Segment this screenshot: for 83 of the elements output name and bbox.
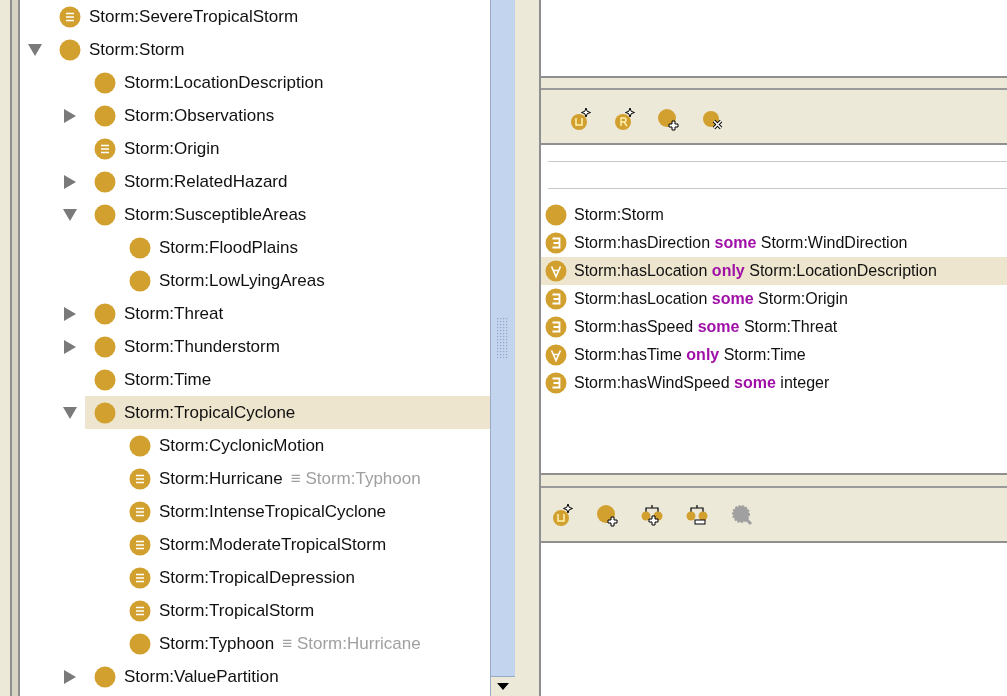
class-icon [94, 302, 116, 325]
tree-item[interactable]: Storm:Time [85, 363, 490, 396]
class-icon [94, 71, 116, 94]
equivalent-label: ≡ Storm:Hurricane [282, 632, 421, 655]
defined-class-icon [129, 500, 151, 523]
exists-icon [545, 316, 567, 338]
class-icon [129, 434, 151, 457]
class-icon [94, 368, 116, 391]
expression-text: Storm:hasLocation only Storm:LocationDescription [574, 261, 937, 281]
tree-item[interactable]: Storm:SevereTropicalStorm [50, 0, 490, 33]
add-union-icon[interactable] [551, 502, 575, 527]
scrollbar[interactable] [490, 0, 515, 696]
defined-class-icon [129, 566, 151, 589]
class-icon [129, 632, 151, 655]
class-icon [129, 236, 151, 259]
class-icon [94, 665, 116, 688]
down-arrow-icon [497, 683, 509, 690]
class-icon [94, 104, 116, 127]
collapsed-arrow-icon[interactable] [63, 174, 77, 189]
add-sibling-icon[interactable] [641, 502, 665, 527]
collapsed-arrow-icon[interactable] [63, 669, 77, 684]
class-icon [94, 401, 116, 424]
tree-item[interactable]: Storm:Hurricane ≡ Storm:Typhoon [120, 462, 490, 495]
forall-icon [545, 260, 567, 282]
tree-item[interactable]: Storm:ModerateTropicalStorm [120, 528, 490, 561]
tree-item[interactable]: Storm:TropicalCyclone [85, 396, 490, 429]
equivalent-label: ≡ Storm:Typhoon [290, 467, 421, 490]
tree-item[interactable]: Storm:IntenseTropicalCyclone [120, 495, 490, 528]
tree-item[interactable]: Storm:LowLyingAreas [120, 264, 490, 297]
tree-item[interactable]: Storm:Typhoon ≡ Storm:Hurricane [120, 627, 490, 660]
class-icon [129, 269, 151, 292]
add-union-icon[interactable] [569, 106, 593, 131]
expression-text: Storm:hasTime only Storm:Time [574, 345, 806, 365]
tree-item[interactable]: Storm:Observations [85, 99, 490, 132]
class-expression[interactable]: Storm:hasLocation only Storm:LocationDescription [541, 257, 1007, 285]
grip-icon [497, 318, 509, 358]
collapsed-arrow-icon[interactable] [63, 339, 77, 354]
tree-item[interactable]: Storm:Storm [50, 33, 490, 66]
class-expression[interactable]: Storm:Storm [541, 201, 1007, 229]
tree-item[interactable]: Storm:FloodPlains [120, 231, 490, 264]
class-icon [59, 38, 81, 61]
expression-text: Storm:hasLocation some Storm:Origin [574, 289, 848, 309]
remove-sibling-icon[interactable] [686, 502, 710, 527]
tree-item[interactable]: Storm:LocationDescription [85, 66, 490, 99]
add-restriction-icon[interactable] [613, 106, 637, 131]
defined-class-icon [129, 599, 151, 622]
defined-class-icon [129, 467, 151, 490]
tree-item[interactable]: Storm:Threat [85, 297, 490, 330]
tree-item[interactable]: Storm:CyclonicMotion [120, 429, 490, 462]
tree-item[interactable]: Storm:Thunderstorm [85, 330, 490, 363]
class-icon [94, 335, 116, 358]
expression-text: Storm:hasDirection some Storm:WindDirection [574, 233, 908, 253]
class-expression[interactable]: Storm:hasSpeed some Storm:Threat [541, 313, 1007, 341]
class-icon [94, 203, 116, 226]
class-icon [94, 170, 116, 193]
add-class-icon[interactable] [596, 502, 620, 527]
tree-item[interactable]: Storm:SusceptibleAreas [85, 198, 490, 231]
tree-item[interactable]: Storm:ValuePartition [85, 660, 490, 693]
class-expression[interactable]: Storm:hasWindSpeed some integer [541, 369, 1007, 397]
tree-item[interactable]: Storm:TropicalStorm [120, 594, 490, 627]
scroll-down-button[interactable] [491, 676, 515, 696]
expanded-arrow-icon[interactable] [28, 42, 42, 57]
exists-icon [545, 372, 567, 394]
class-expression[interactable]: Storm:hasDirection some Storm:WindDirection [541, 229, 1007, 257]
forall-icon [545, 344, 567, 366]
collapsed-arrow-icon[interactable] [63, 108, 77, 123]
defined-class-icon [94, 137, 116, 160]
defined-class-icon [59, 5, 81, 28]
tree-item[interactable]: Storm:Origin [85, 132, 490, 165]
class-icon [545, 204, 567, 226]
tree-item[interactable]: Storm:RelatedHazard [85, 165, 490, 198]
exists-icon [545, 288, 567, 310]
expanded-arrow-icon[interactable] [63, 207, 77, 222]
class-expression[interactable]: Storm:hasLocation some Storm:Origin [541, 285, 1007, 313]
add-class-icon[interactable] [657, 106, 681, 131]
tree-item[interactable]: Storm:TropicalDepression [120, 561, 490, 594]
expression-text: Storm:hasSpeed some Storm:Threat [574, 317, 838, 337]
collapsed-arrow-icon[interactable] [63, 306, 77, 321]
expanded-arrow-icon[interactable] [63, 405, 77, 420]
exists-icon [545, 232, 567, 254]
defined-class-icon [129, 533, 151, 556]
expression-text: Storm:hasWindSpeed some integer [574, 373, 830, 393]
class-expression[interactable]: Storm:hasTime only Storm:Time [541, 341, 1007, 369]
